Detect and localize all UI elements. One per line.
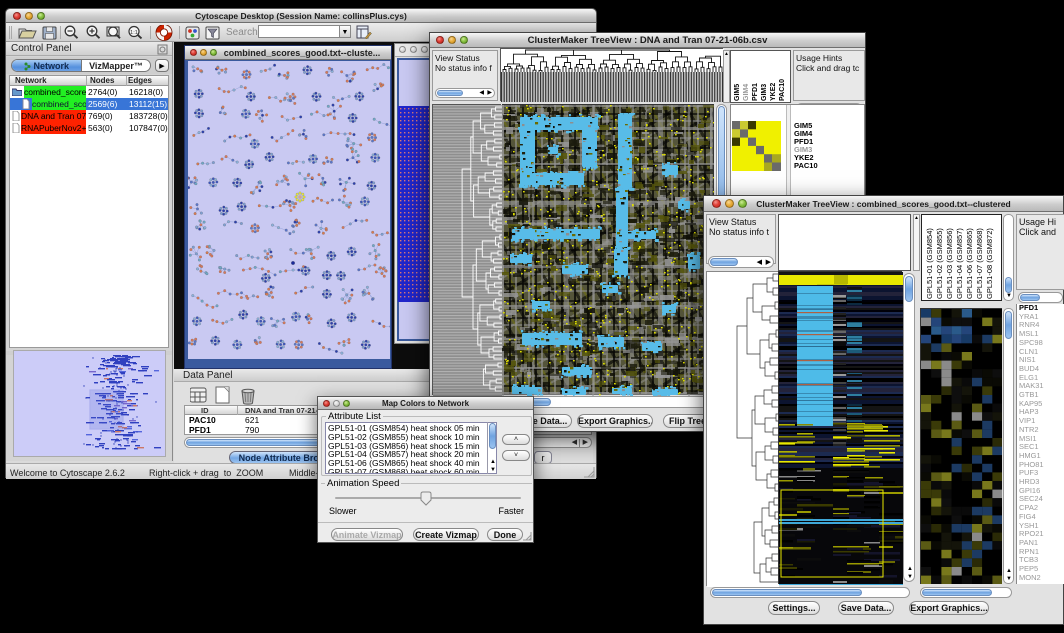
svg-text:1:1: 1:1: [130, 30, 138, 36]
